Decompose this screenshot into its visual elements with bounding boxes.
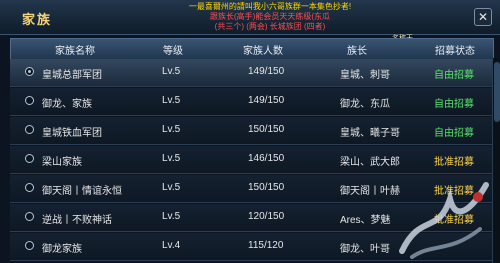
row-radio[interactable] [25, 212, 34, 221]
family-name: 皇城铁血军团 [42, 128, 102, 139]
family-name: 逆战丨不败神话 [42, 215, 112, 226]
row-radio[interactable] [25, 154, 34, 163]
notice-line-2: 跟族长(高手)能会员天天练级(东瓜 [210, 12, 330, 21]
family-name: 御天阁丨情谊永恒 [42, 186, 122, 197]
scrollbar-thumb[interactable] [494, 62, 500, 122]
header-name: 家族名称 [55, 46, 95, 57]
family-leader: 皇城、刺哥 [340, 70, 390, 81]
table-header: 家族名称 等级 家族人数 族长 招募状态 [10, 38, 494, 60]
family-leader: 皇城、曦子哥 [340, 128, 400, 139]
family-level: Lv.5 [162, 211, 181, 222]
family-level: Lv.5 [162, 182, 181, 193]
family-leader: 御龙、东瓜 [340, 99, 390, 110]
notice-banner: 一最喜爾州的請叫我小六哥族群一本集色抄者! 跟族长(高手)能会员天天练级(东瓜 … [120, 2, 420, 32]
table-row[interactable]: 御龙、家族 Lv.5 149/150 御龙、东瓜 自由招募 [10, 88, 492, 116]
family-leader: 梁山、武大郎 [340, 157, 400, 168]
family-members: 146/150 [248, 153, 285, 164]
family-leader: 御龙、叶哥 [340, 244, 390, 255]
table-row[interactable]: 皇城总部军团 Lv.5 149/150 皇城、刺哥 自由招募 [10, 59, 492, 87]
family-members: 150/150 [248, 124, 285, 135]
family-level: Lv.5 [162, 95, 181, 106]
family-members: 115/120 [248, 240, 284, 251]
recruit-status: 自由招募 [434, 99, 474, 110]
table-row[interactable]: 梁山家族 Lv.5 146/150 梁山、武大郎 批准招募 [10, 146, 492, 174]
notice-line-1: 一最喜爾州的請叫我小六哥族群一本集色抄者! [188, 2, 352, 11]
family-name: 梁山家族 [42, 157, 82, 168]
family-members: 120/150 [248, 211, 285, 222]
header-members: 家族人数 [243, 46, 283, 57]
game-logo [399, 182, 489, 259]
family-level: Lv.5 [162, 153, 181, 164]
row-radio[interactable] [25, 183, 34, 192]
recruit-status: 自由招募 [434, 128, 474, 139]
notice-line-3: (共三个) (两会) 长城族团 (四者) [214, 22, 326, 31]
window-title: 家族 [22, 12, 53, 27]
family-name: 皇城总部军团 [42, 70, 102, 81]
recruit-status: 批准招募 [434, 157, 474, 168]
header-status: 招募状态 [435, 46, 475, 57]
title-bar: 家族 一最喜爾州的請叫我小六哥族群一本集色抄者! 跟族长(高手)能会员天天练级(… [0, 0, 500, 35]
family-members: 149/150 [248, 95, 285, 106]
recruit-status: 自由招募 [434, 70, 474, 81]
family-name: 御龙家族 [42, 244, 82, 255]
table-row[interactable]: 皇城铁血军团 Lv.5 150/150 皇城、曦子哥 自由招募 [10, 117, 492, 145]
family-level: Lv.5 [162, 66, 181, 77]
family-name: 御龙、家族 [42, 99, 92, 110]
family-level: Lv.4 [162, 240, 181, 251]
row-radio[interactable] [25, 96, 34, 105]
header-leader: 族长 [347, 46, 367, 57]
family-members: 150/150 [248, 182, 285, 193]
header-level: 等级 [163, 46, 183, 57]
family-members: 149/150 [248, 66, 285, 77]
close-button[interactable]: ✕ [474, 8, 492, 26]
family-level: Lv.5 [162, 124, 181, 135]
family-leader: Ares、梦魅 [340, 215, 391, 226]
row-radio[interactable] [25, 241, 34, 250]
row-radio[interactable] [25, 125, 34, 134]
row-radio[interactable] [25, 67, 34, 76]
